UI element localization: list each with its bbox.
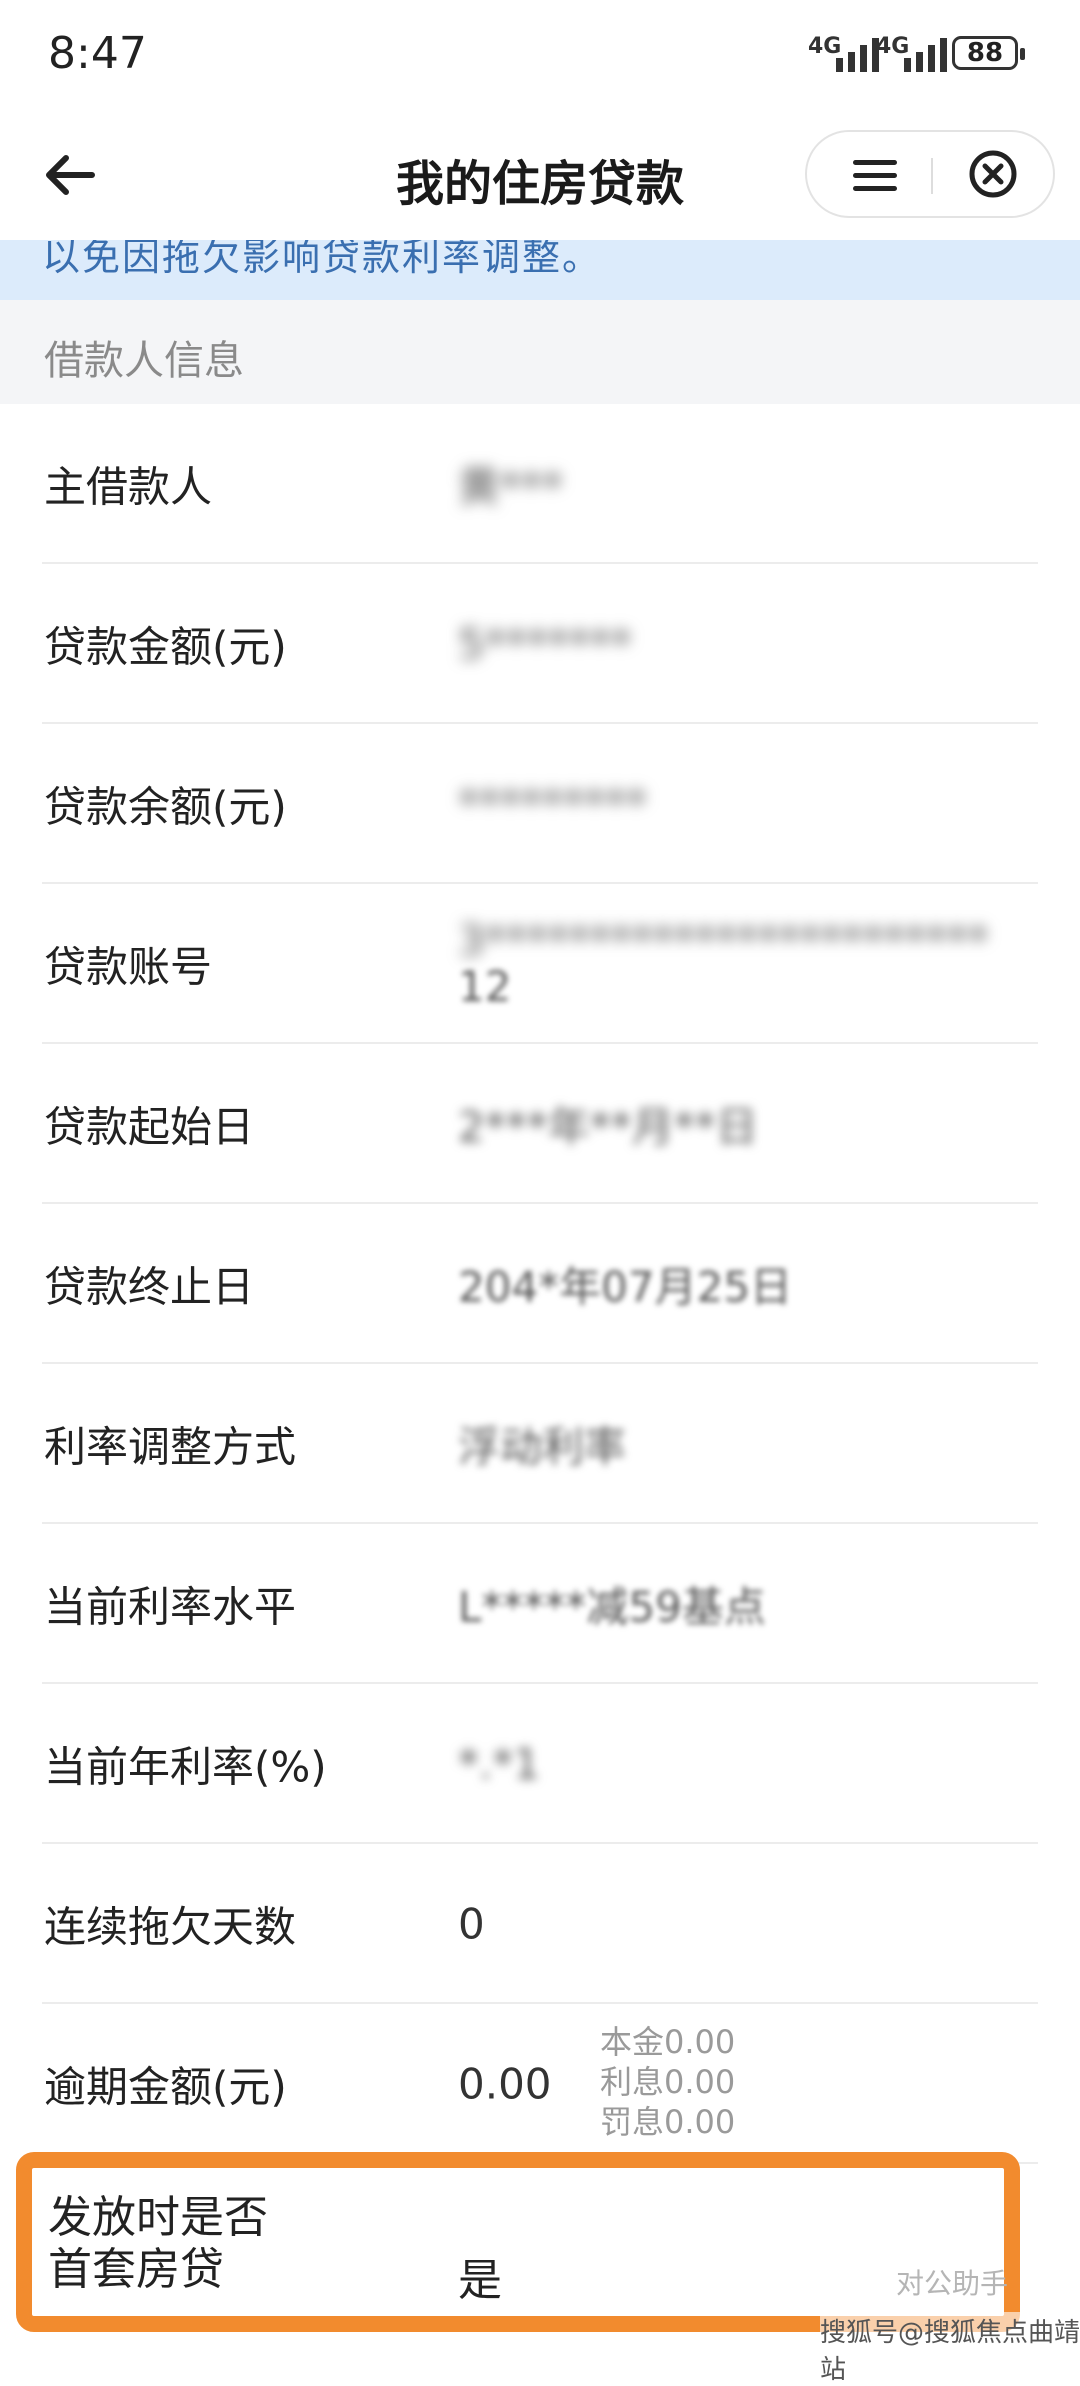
row-current-annual-rate: 当前年利率(%) *.*1 bbox=[0, 1684, 1080, 1844]
row-value: 浮动利率 bbox=[458, 1422, 627, 1472]
row-label: 主借款人 bbox=[44, 462, 213, 512]
row-label: 利率调整方式 bbox=[44, 1422, 297, 1472]
signal-icon bbox=[836, 36, 879, 72]
principal-overdue: 本金0.00 bbox=[600, 2023, 736, 2061]
mini-program-capsule bbox=[805, 130, 1055, 218]
menu-icon[interactable] bbox=[847, 152, 903, 198]
row-value: L*****减59基点 bbox=[458, 1582, 766, 1632]
row-current-rate-level: 当前利率水平 L*****减59基点 bbox=[0, 1524, 1080, 1684]
section-title: 借款人信息 bbox=[44, 338, 244, 384]
capsule-divider bbox=[931, 158, 933, 194]
row-main-borrower: 主借款人 黄*** bbox=[0, 404, 1080, 564]
overdue-breakdown: 本金0.00 利息0.00 罚息0.00 bbox=[600, 2022, 735, 2142]
info-list: 主借款人 黄*** 贷款金额(元) 5******* 贷款余额(元) *****… bbox=[0, 404, 1080, 2164]
penalty-overdue: 罚息0.00 bbox=[600, 2103, 736, 2141]
section-header: 借款人信息 bbox=[0, 300, 1080, 404]
row-value: 0 bbox=[458, 1899, 485, 1949]
highlight-box bbox=[16, 2152, 1020, 2332]
row-overdue-days: 连续拖欠天数 0 bbox=[0, 1844, 1080, 2004]
notice-text: 以免因拖欠影响贷款利率调整。 bbox=[42, 240, 603, 279]
row-label: 贷款起始日 bbox=[44, 1102, 255, 1152]
row-value: 0.00 bbox=[458, 2059, 552, 2109]
row-overdue-amount: 逾期金额(元) 0.00 本金0.00 利息0.00 罚息0.00 bbox=[0, 2004, 1080, 2164]
row-rate-adjust-method: 利率调整方式 浮动利率 bbox=[0, 1364, 1080, 1524]
status-bar: 8:47 4G 4G 88 bbox=[0, 0, 1080, 110]
row-value: 5******* bbox=[458, 619, 632, 669]
row-end-date: 贷款终止日 204*年07月25日 bbox=[0, 1204, 1080, 1364]
row-value: ********* bbox=[458, 779, 647, 829]
row-loan-account: 贷款账号 3************************ 12 bbox=[0, 884, 1080, 1044]
row-value: 黄*** bbox=[458, 462, 564, 512]
row-value: 204*年07月25日 bbox=[458, 1262, 793, 1312]
app-header: 我的住房贷款 bbox=[0, 110, 1080, 240]
row-label: 当前年利率(%) bbox=[44, 1742, 327, 1792]
row-value: 2***年**月**日 bbox=[458, 1102, 758, 1152]
watermark-sohu: 搜狐号@搜狐焦点曲靖站 bbox=[820, 2312, 1080, 2386]
row-loan-amount: 贷款金额(元) 5******* bbox=[0, 564, 1080, 724]
clock: 8:47 bbox=[48, 28, 147, 79]
row-label: 逾期金额(元) bbox=[44, 2062, 287, 2112]
battery-icon: 88 bbox=[952, 36, 1025, 70]
row-label: 贷款金额(元) bbox=[44, 622, 287, 672]
row-label: 连续拖欠天数 bbox=[44, 1902, 297, 1952]
row-start-date: 贷款起始日 2***年**月**日 bbox=[0, 1044, 1080, 1204]
row-value: *.*1 bbox=[458, 1739, 541, 1789]
row-loan-balance: 贷款余额(元) ********* bbox=[0, 724, 1080, 884]
close-icon[interactable] bbox=[967, 148, 1019, 200]
signal-icon bbox=[904, 36, 947, 72]
notice-banner: 以免因拖欠影响贷款利率调整。 bbox=[0, 240, 1080, 300]
row-label: 贷款终止日 bbox=[44, 1262, 255, 1312]
row-label: 贷款余额(元) bbox=[44, 782, 287, 832]
watermark-wechat: 对公助手 bbox=[896, 2267, 1009, 2300]
interest-overdue: 利息0.00 bbox=[600, 2063, 736, 2101]
row-label: 当前利率水平 bbox=[44, 1582, 297, 1632]
row-value: 3************************ 12 bbox=[458, 916, 989, 1011]
row-label: 贷款账号 bbox=[44, 942, 213, 992]
